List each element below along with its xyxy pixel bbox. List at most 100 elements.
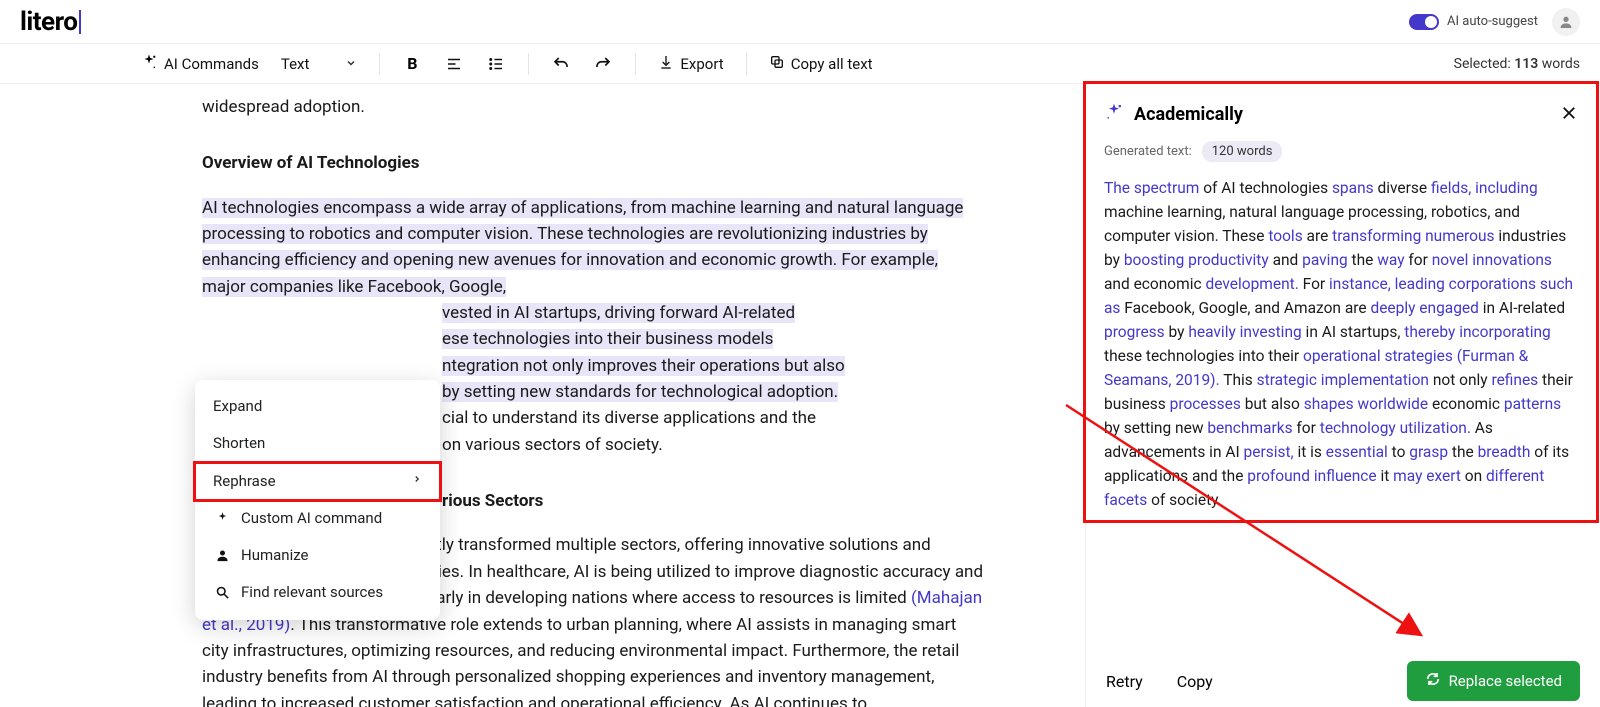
copy-all-label: Copy all text [791,55,873,73]
sparkle-icon [213,509,231,527]
ai-commands-button[interactable]: AI Commands [140,53,259,75]
unchanged-span: by setting new [1104,419,1207,437]
main-area: widespread adoption. Overview of AI Tech… [0,84,1600,707]
unchanged-span: economic [1428,395,1504,413]
ai-context-menu: Expand Shorten Rephrase Custom AI comman… [195,380,440,620]
changed-span: strategic implementation [1257,371,1429,389]
copy-all-button[interactable]: Copy all text [769,54,873,74]
generated-text[interactable]: The spectrum of AI technologies spans di… [1104,176,1578,512]
separator [635,53,636,75]
generated-label: Generated text: [1104,144,1192,159]
paragraph-trail[interactable]: widespread adoption. [202,94,985,120]
ai-result-panel: Academically Generated text: 120 words T… [1085,84,1600,707]
text-dropdown-label: Text [281,55,310,73]
ai-commands-label: AI Commands [164,55,259,73]
search-icon [213,584,231,602]
changed-span: grasp [1409,443,1448,461]
person-icon [1558,14,1574,30]
menu-humanize[interactable]: Humanize [195,537,440,574]
copy-button[interactable]: Copy [1177,672,1213,691]
refresh-icon [1425,671,1441,691]
changed-span: benchmarks [1207,419,1292,437]
changed-span: heavily investing [1188,323,1301,341]
unchanged-span: of AI technologies [1199,179,1332,197]
unchanged-span: in AI-related [1479,299,1565,317]
changed-span: progress [1104,323,1165,341]
copy-icon [769,54,785,74]
sparkle-icon [1104,102,1124,127]
unchanged-span: these technologies into their [1104,347,1303,365]
export-button[interactable]: Export [658,54,723,74]
changed-span: patterns [1504,395,1561,413]
unchanged-span: for [1293,419,1320,437]
redo-button[interactable] [593,54,613,74]
changed-span: shapes worldwide [1304,395,1428,413]
unchanged-span: are [1303,227,1332,245]
changed-span: persist, [1244,443,1294,461]
changed-span: may exert [1393,467,1461,485]
logo[interactable]: litero [20,7,81,37]
changed-span: development. [1205,275,1298,293]
chevron-down-icon [345,55,357,73]
separator [528,53,529,75]
changed-span: boosting productivity [1124,251,1269,269]
separator [379,53,380,75]
menu-rephrase[interactable]: Rephrase [195,463,440,500]
replace-selected-button[interactable]: Replace selected [1407,661,1580,701]
logo-text: litero [20,7,77,37]
close-button[interactable] [1560,104,1578,126]
unchanged-span: of society. [1147,491,1222,509]
retry-button[interactable]: Retry [1106,672,1143,691]
unchanged-span: Facebook, Google, and Amazon are [1120,299,1370,317]
unchanged-span: on [1461,467,1486,485]
unchanged-span: and [1269,251,1302,269]
download-icon [658,54,674,74]
undo-button[interactable] [551,54,571,74]
unchanged-span: the [1448,443,1478,461]
changed-span: novel innovations [1432,251,1552,269]
align-button[interactable] [444,54,464,74]
result-card: Academically Generated text: 120 words T… [1086,84,1596,520]
chevron-right-icon [412,470,422,492]
menu-shorten[interactable]: Shorten [195,425,440,462]
menu-expand[interactable]: Expand [195,388,440,425]
changed-span: profound influence [1247,467,1376,485]
unchanged-span: not only [1429,371,1492,389]
unchanged-span: the [1348,251,1378,269]
unchanged-span: it is [1294,443,1326,461]
changed-span: thereby incorporating [1404,323,1551,341]
toolbar: AI Commands Text B Export Copy all text … [0,44,1600,84]
text-style-dropdown[interactable]: Text [281,55,358,73]
word-count-badge: 120 words [1202,141,1283,162]
auto-suggest-toggle[interactable] [1409,14,1439,30]
close-icon [1560,104,1578,122]
changed-span: paving [1302,251,1348,269]
bold-button[interactable]: B [402,54,422,74]
sparkle-icon [140,53,158,75]
separator [746,53,747,75]
unchanged-span: diverse [1374,179,1431,197]
changed-span: The spectrum [1104,179,1199,197]
changed-span: way [1377,251,1404,269]
changed-span: technology utilization. [1320,419,1471,437]
editor[interactable]: widespread adoption. Overview of AI Tech… [0,84,1085,707]
changed-span: tools [1268,227,1302,245]
selected-words-count: Selected: 113 words [1454,56,1580,72]
heading-overview[interactable]: Overview of AI Technologies [202,150,985,176]
menu-custom-command[interactable]: Custom AI command [195,500,440,537]
list-button[interactable] [486,54,506,74]
unchanged-span: to [1388,443,1409,461]
unchanged-span: by [1165,323,1189,341]
export-label: Export [680,55,723,73]
unchanged-span: but also [1241,395,1304,413]
unchanged-span: and economic [1104,275,1205,293]
user-avatar[interactable] [1552,8,1580,36]
menu-find-sources[interactable]: Find relevant sources [195,574,440,611]
auto-suggest-label: AI auto-suggest [1447,14,1538,29]
changed-span: transforming numerous [1332,227,1494,245]
changed-span: refines [1491,371,1538,389]
unchanged-span: This [1220,371,1257,389]
changed-span: spans [1332,179,1374,197]
changed-span: deeply engaged [1370,299,1478,317]
unchanged-span: for [1405,251,1432,269]
